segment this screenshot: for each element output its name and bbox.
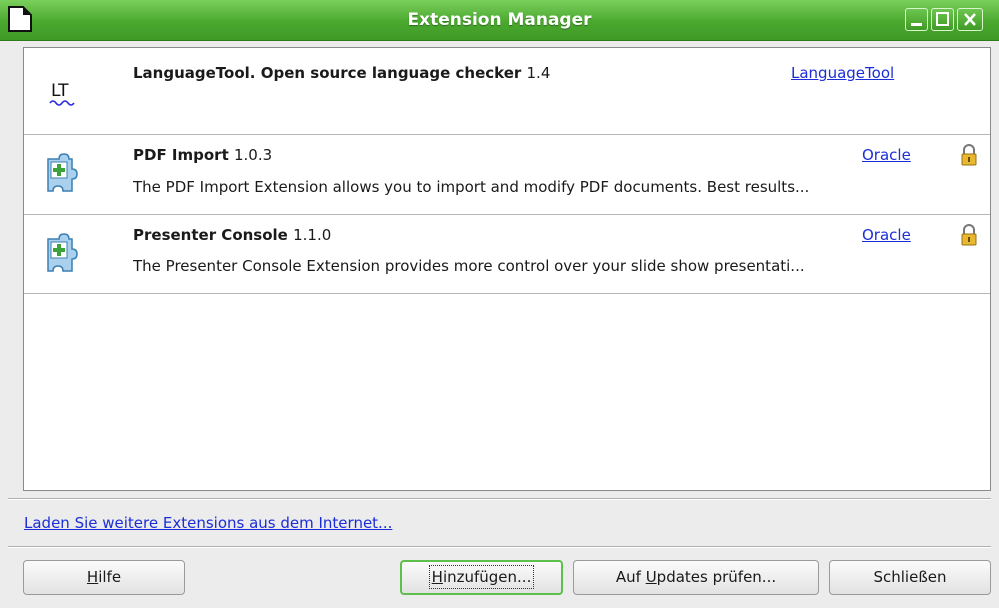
extension-row[interactable]: Presenter Console 1.1.0 Oracle The Prese… <box>24 215 990 294</box>
focus-ring: Hinzufügen... <box>428 565 535 589</box>
extension-name: Presenter Console 1.1.0 <box>133 226 332 244</box>
puzzle-extension-icon <box>47 153 78 192</box>
publisher-link[interactable]: Oracle <box>862 226 911 244</box>
extension-version: 1.0.3 <box>233 146 273 164</box>
extension-row[interactable]: PDF Import 1.0.3 Oracle The PDF Import E… <box>24 135 990 215</box>
publisher-link[interactable]: LanguageTool <box>791 64 894 82</box>
title-bar[interactable]: Extension Manager <box>0 0 999 41</box>
divider <box>8 546 991 548</box>
extension-row[interactable]: LT LanguageTool. Open source language ch… <box>24 48 990 135</box>
extension-description: The Presenter Console Extension provides… <box>133 257 805 275</box>
maximize-button[interactable] <box>931 8 954 31</box>
svg-text:LT: LT <box>51 81 69 101</box>
minimize-icon <box>911 23 922 26</box>
extension-name: LanguageTool. Open source language check… <box>133 64 551 82</box>
close-window-button[interactable] <box>957 8 983 31</box>
get-more-extensions-link[interactable]: Laden Sie weitere Extensions aus dem Int… <box>24 514 392 532</box>
divider <box>8 498 991 500</box>
help-button[interactable]: Hilfe <box>23 560 185 595</box>
extension-version: 1.1.0 <box>293 226 332 244</box>
extension-name: PDF Import 1.0.3 <box>133 146 273 164</box>
lock-icon <box>961 144 977 166</box>
extension-version: 1.4 <box>526 64 551 82</box>
add-extension-button[interactable]: Hinzufügen... <box>400 560 563 595</box>
extension-description: The PDF Import Extension allows you to i… <box>133 178 810 196</box>
minimize-button[interactable] <box>905 8 928 31</box>
extension-list[interactable]: LT LanguageTool. Open source language ch… <box>23 47 991 491</box>
window-title: Extension Manager <box>407 10 592 30</box>
close-icon <box>964 13 976 26</box>
lock-icon <box>961 224 977 246</box>
check-updates-button[interactable]: Auf Updates prüfen... <box>573 560 819 595</box>
maximize-icon <box>936 12 949 26</box>
close-button[interactable]: Schließen <box>829 560 991 595</box>
languagetool-icon: LT <box>49 81 75 106</box>
puzzle-extension-icon <box>47 233 78 272</box>
publisher-link[interactable]: Oracle <box>862 146 911 164</box>
